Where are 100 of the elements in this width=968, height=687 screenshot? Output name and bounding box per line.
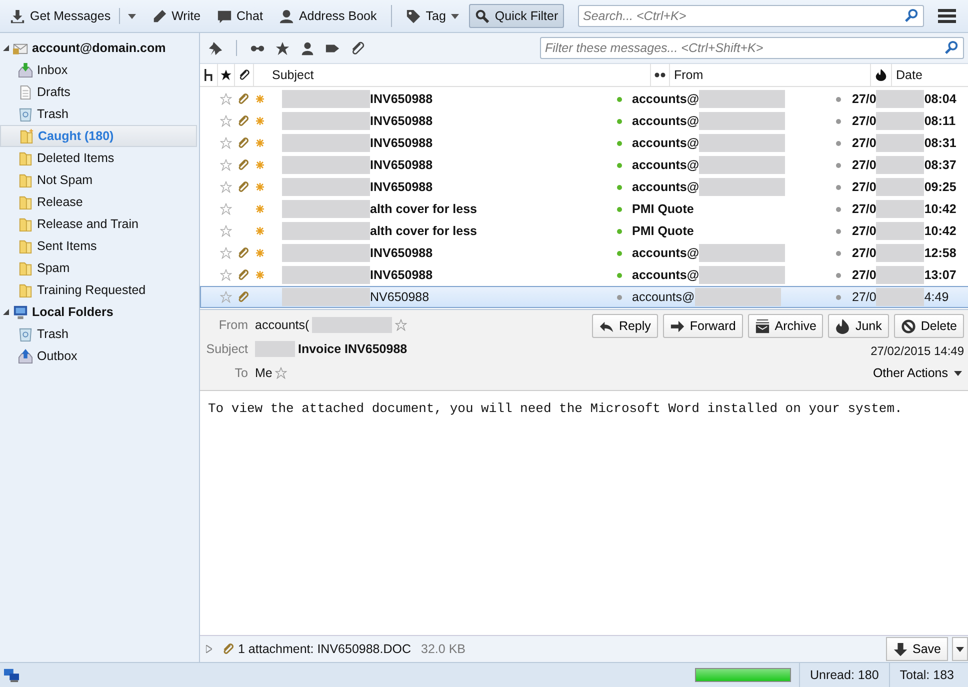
dropdown-button[interactable] [952, 637, 968, 661]
action-button[interactable]: Archive [748, 314, 824, 338]
message-row[interactable]: INV650988 accounts@ 27/0 08:31 [200, 132, 968, 154]
subject-text: INV650988 [370, 158, 433, 172]
column-header[interactable]: From [674, 68, 704, 82]
folder-item[interactable]: Drafts [0, 81, 199, 103]
redacted-block [876, 112, 924, 130]
star-icon[interactable] [220, 225, 232, 237]
folder-icon [18, 150, 33, 166]
message-row[interactable]: alth cover for less PMI Quote 27/0 10:42 [200, 220, 968, 242]
message-row[interactable]: INV650988 accounts@ 27/0 12:58 [200, 242, 968, 264]
folder-item[interactable]: Spam [0, 257, 199, 279]
date-text: 27/0 [852, 290, 876, 304]
action-button[interactable]: Delete [894, 314, 964, 338]
account-item[interactable]: Local Folders [0, 301, 199, 323]
column-header[interactable]: Date [896, 68, 922, 82]
status-dot [616, 250, 622, 256]
folder-item[interactable]: Inbox [0, 59, 199, 81]
subject-text: INV650988 [370, 180, 433, 194]
toolbar-button[interactable]: Tag [400, 4, 465, 28]
status-dot [836, 250, 840, 256]
folder-item[interactable]: Trash [0, 103, 199, 125]
folder-item[interactable]: Trash [0, 323, 199, 345]
star-icon[interactable] [395, 319, 408, 331]
network-icon[interactable] [4, 668, 19, 682]
toolbar-button[interactable]: Chat [210, 4, 269, 28]
folder-item[interactable]: Not Spam [0, 169, 199, 191]
field-label: Subject [205, 342, 248, 356]
toolbar-button[interactable]: Quick Filter [468, 4, 564, 28]
paperclip-icon [222, 643, 234, 655]
folder-item[interactable]: Outbox [0, 345, 199, 367]
message-row[interactable]: alth cover for less PMI Quote 27/0 10:42 [200, 198, 968, 220]
new-message-icon [256, 139, 264, 147]
person-icon[interactable] [300, 40, 315, 56]
subject-text: alth cover for less [370, 224, 477, 238]
folder-item[interactable]: Deleted Items [0, 147, 199, 169]
folder-item[interactable]: Release and Train [0, 213, 199, 235]
flame-icon [835, 318, 850, 334]
star-icon[interactable] [220, 159, 232, 171]
folder-item[interactable]: Release [0, 191, 199, 213]
toolbar-button[interactable]: Address Book [272, 4, 383, 28]
other-actions-button[interactable]: Other Actions [870, 362, 964, 384]
star-icon[interactable] [275, 367, 288, 379]
sender-text: accounts@ [632, 268, 700, 282]
trash-icon [18, 326, 33, 342]
action-button[interactable]: Forward [662, 314, 743, 338]
subject-text: alth cover for less [370, 202, 477, 216]
star-icon[interactable] [220, 181, 232, 193]
column-header[interactable]: Subject [272, 68, 314, 82]
search-field[interactable]: Search... <Ctrl+K> [578, 5, 924, 27]
status-dot [836, 228, 840, 234]
message-row[interactable]: INV650988 accounts@ 27/0 09:25 [200, 176, 968, 198]
date-text: 27/0 [852, 246, 876, 260]
star-icon[interactable] [220, 137, 232, 149]
star-icon[interactable] [220, 115, 232, 127]
expander-icon[interactable] [3, 309, 9, 315]
folder-item[interactable]: Training Requested [0, 279, 199, 301]
message-row[interactable]: NV650988 accounts@ 27/0 4:49 [200, 286, 968, 308]
star-icon[interactable] [220, 291, 232, 303]
folder-icon [18, 172, 33, 188]
save-button[interactable]: Save [886, 637, 948, 661]
thread-icon[interactable] [202, 69, 214, 81]
toolbar-button[interactable]: Write [146, 4, 207, 28]
paperclip-icon[interactable] [238, 69, 250, 81]
star-icon[interactable] [220, 247, 232, 259]
message-row[interactable]: INV650988 accounts@ 27/0 08:11 [200, 110, 968, 132]
expander-icon[interactable] [3, 45, 9, 51]
attachment-name[interactable]: 1 attachment: INV650988.DOC [238, 642, 412, 656]
filter-field[interactable]: Filter these messages... <Ctrl+Shift+K> [540, 37, 964, 59]
message-row[interactable]: INV650988 accounts@ 27/0 08:37 [200, 154, 968, 176]
folder-item[interactable]: Sent Items [0, 235, 199, 257]
message-row[interactable]: INV650988 accounts@ 27/0 13:07 [200, 264, 968, 286]
status-dot [616, 228, 622, 234]
message-row[interactable]: INV650988 accounts@ 27/0 08:04 [200, 88, 968, 110]
folder-item[interactable]: Caught (180) [0, 125, 197, 147]
action-button[interactable]: Junk [828, 314, 889, 338]
star-icon[interactable] [220, 69, 232, 81]
action-button[interactable]: Reply [592, 314, 658, 338]
star-icon[interactable] [220, 93, 232, 105]
star-icon[interactable] [220, 203, 232, 215]
flame-icon[interactable] [875, 69, 887, 81]
search-icon [474, 8, 490, 24]
new-message-icon [256, 249, 264, 257]
subject-text: Invoice INV650988 [298, 342, 408, 356]
paperclip-icon[interactable] [350, 40, 365, 56]
star-icon[interactable] [220, 269, 232, 281]
subject-text: INV650988 [370, 268, 433, 282]
account-item[interactable]: account@domain.com [0, 37, 199, 59]
toolbar-button[interactable]: Get Messages [4, 4, 142, 28]
sender-text: accounts@ [632, 136, 700, 150]
redacted-block [876, 244, 924, 262]
date-text: 27/0 [852, 136, 876, 150]
right-arrow-icon [670, 318, 685, 334]
menu-icon[interactable] [938, 9, 956, 23]
new-message-icon [256, 227, 264, 235]
star-icon[interactable] [275, 40, 290, 56]
pin-icon[interactable] [208, 40, 223, 56]
inbox-icon [18, 62, 33, 78]
new-message-icon [256, 117, 264, 125]
download-arrow-icon [892, 642, 908, 656]
